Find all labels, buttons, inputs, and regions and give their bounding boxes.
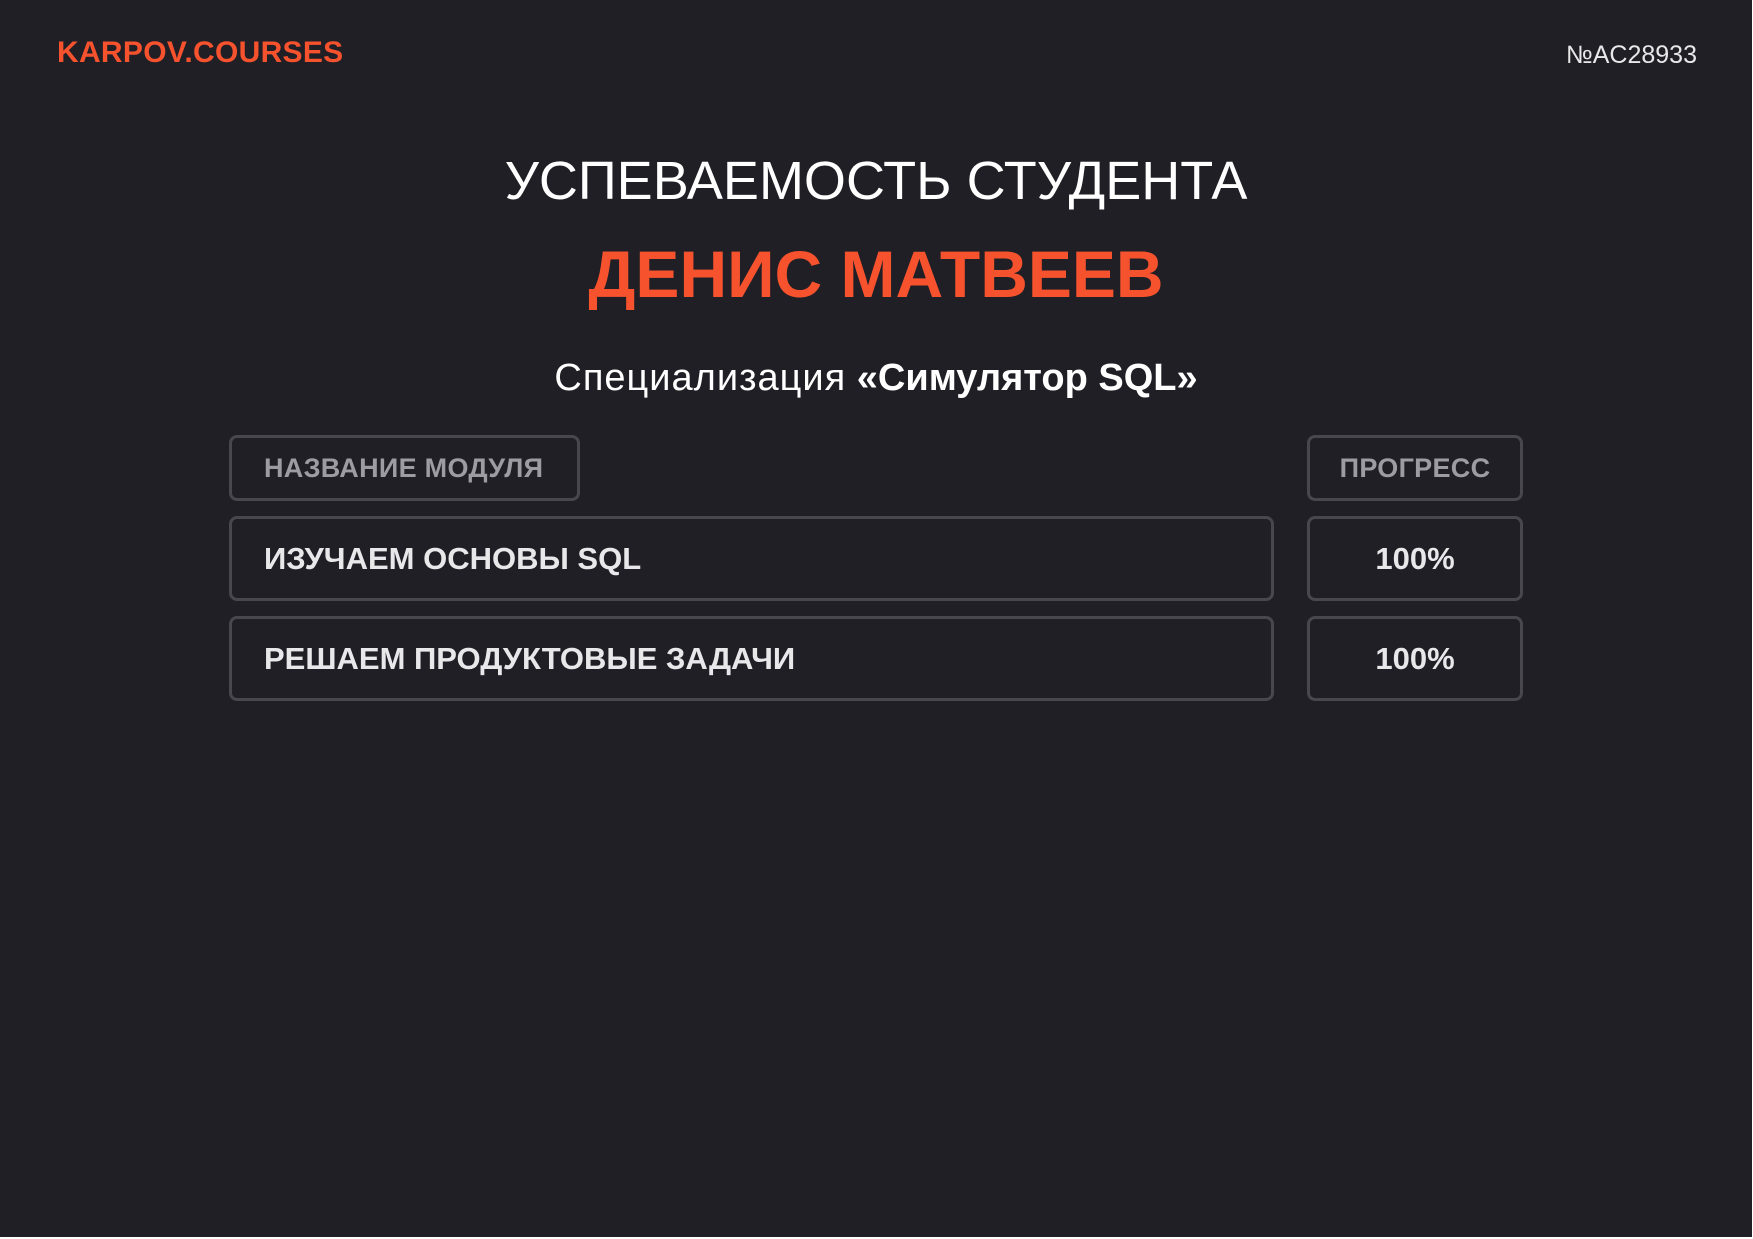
table-row-module: РЕШАЕМ ПРОДУКТОВЫЕ ЗАДАЧИ (229, 616, 1274, 701)
specialization-label: Специализация (554, 357, 847, 399)
column-header-module-label: НАЗВАНИЕ МОДУЛЯ (264, 452, 544, 483)
module-progress: 100% (1375, 540, 1455, 576)
certificate-number: №AC28933 (1565, 41, 1697, 69)
specialization-line: Специализация «Симулятор SQL» (0, 357, 1752, 400)
column-header-module: НАЗВАНИЕ МОДУЛЯ (229, 435, 580, 501)
page-title: УСПЕВАЕМОСТЬ СТУДЕНТА (504, 151, 1248, 211)
column-header-progress-label: ПРОГРЕСС (1339, 452, 1491, 483)
table-row-progress: 100% (1307, 616, 1523, 701)
module-name: РЕШАЕМ ПРОДУКТОВЫЕ ЗАДАЧИ (264, 640, 796, 676)
specialization-name: «Симулятор SQL» (856, 357, 1198, 399)
module-name: ИЗУЧАЕМ ОСНОВЫ SQL (264, 540, 642, 576)
certificate-page: KARPOV.COURSES №AC28933 УСПЕВАЕМОСТЬ СТУ… (0, 0, 1752, 1237)
module-progress: 100% (1375, 640, 1455, 676)
column-header-progress: ПРОГРЕСС (1307, 435, 1523, 501)
brand-logo: KARPOV.COURSES (57, 36, 344, 69)
table-row-module: ИЗУЧАЕМ ОСНОВЫ SQL (229, 516, 1274, 601)
table-row-progress: 100% (1307, 516, 1523, 601)
student-name: ДЕНИС МАТВЕЕВ (588, 237, 1164, 311)
